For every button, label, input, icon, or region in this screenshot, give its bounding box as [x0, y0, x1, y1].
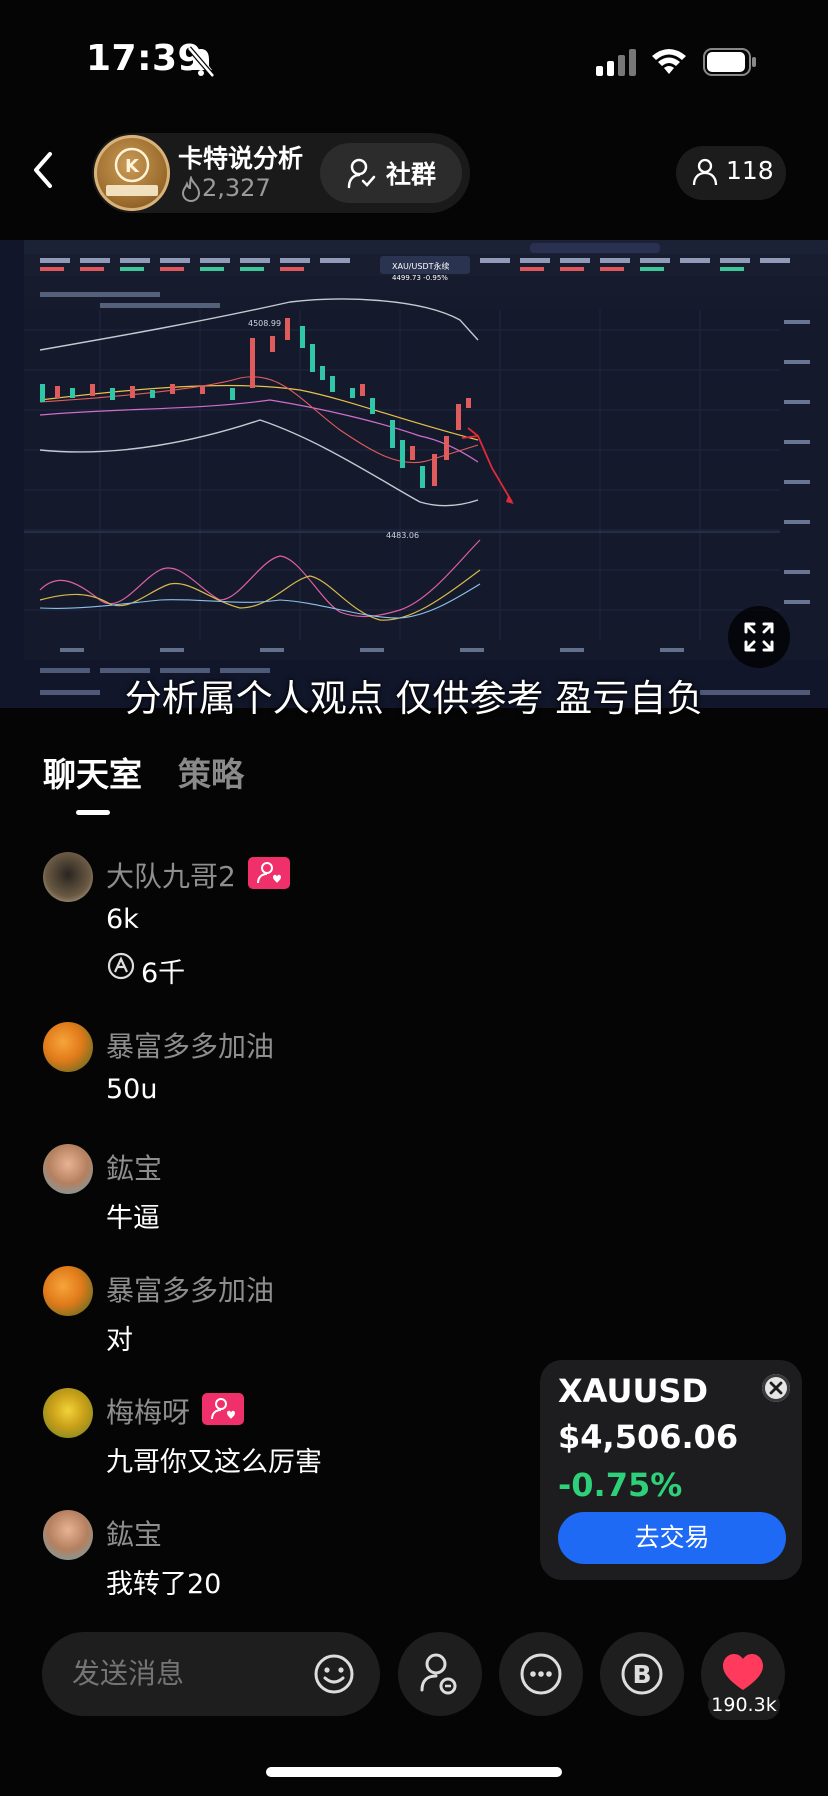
- more-options-button[interactable]: [499, 1632, 583, 1716]
- chart-pair-price: 4499.73 -0.95%: [392, 274, 448, 282]
- user-icon: [692, 158, 718, 186]
- coin-b-icon: B: [621, 1653, 663, 1695]
- host-name: 卡特说分析: [178, 144, 304, 173]
- chat-message: 九哥你又这么厉害: [106, 1447, 322, 1478]
- chat-message: 我转了20: [106, 1569, 222, 1600]
- chat-username[interactable]: 暴富多多加油: [106, 1025, 274, 1065]
- viewer-count: 118: [726, 156, 774, 185]
- wifi-icon: [652, 49, 686, 74]
- chat-message: 牛逼: [106, 1203, 160, 1234]
- cellular-signal-icon: [596, 49, 636, 76]
- community-label: 社群: [386, 160, 437, 189]
- live-video-stream[interactable]: XAU/USDT永续 4499.73 -0.95% 4508.99 4483.0…: [0, 240, 828, 708]
- tab-strategy[interactable]: 策略: [178, 748, 244, 796]
- fullscreen-icon: [744, 622, 774, 652]
- chat-message-translation: 6千: [141, 958, 186, 989]
- ticker-change: -0.75%: [558, 1466, 683, 1504]
- close-icon: [762, 1374, 790, 1402]
- chart-high-label: 4508.99: [248, 319, 281, 328]
- home-indicator[interactable]: [266, 1767, 562, 1777]
- coin-button[interactable]: B: [600, 1632, 684, 1716]
- chat-username[interactable]: 大队九哥2: [106, 855, 236, 895]
- back-button[interactable]: [28, 148, 58, 192]
- avatar[interactable]: [43, 852, 93, 902]
- avatar[interactable]: [43, 1022, 93, 1072]
- avatar[interactable]: [43, 1266, 93, 1316]
- message-input[interactable]: [70, 1656, 294, 1691]
- avatar[interactable]: [43, 1510, 93, 1560]
- chat-message: 对: [106, 1325, 133, 1356]
- bell-muted-icon: [187, 46, 215, 78]
- fullscreen-button[interactable]: [728, 606, 790, 668]
- host-avatar[interactable]: K: [94, 135, 170, 211]
- svg-text:B: B: [632, 1660, 651, 1689]
- close-button[interactable]: [762, 1374, 790, 1402]
- active-tab-indicator: [76, 810, 110, 815]
- chat-username[interactable]: 鈜宝: [106, 1147, 162, 1187]
- community-icon: [347, 158, 376, 189]
- chat-message: 50u: [106, 1074, 158, 1105]
- host-logo-icon: K: [106, 147, 158, 196]
- chat-message: 6k: [106, 904, 139, 935]
- chart-pair-label: XAU/USDT永续: [392, 261, 449, 271]
- user-follow-icon: [420, 1653, 457, 1695]
- battery-icon: [703, 48, 756, 76]
- avatar[interactable]: [43, 1144, 93, 1194]
- chat-username[interactable]: 暴富多多加油: [106, 1269, 274, 1309]
- fan-badge-icon: [248, 857, 290, 889]
- trading-chart-image: XAU/USDT永续 4499.73 -0.95% 4508.99 4483.0…: [0, 240, 828, 708]
- like-count: 190.3k: [708, 1690, 780, 1720]
- fire-icon: [181, 176, 201, 202]
- follow-host-button[interactable]: [398, 1632, 482, 1716]
- emoji-icon[interactable]: [312, 1652, 356, 1696]
- chat-username[interactable]: 梅梅呀: [106, 1391, 190, 1431]
- chat-username[interactable]: 鈜宝: [106, 1513, 162, 1553]
- video-disclaimer: 分析属个人观点 仅供参考 盈亏自负: [124, 677, 704, 720]
- tab-chatroom[interactable]: 聊天室: [43, 748, 142, 796]
- ticker-symbol: XAUUSD: [558, 1372, 709, 1410]
- more-icon: [520, 1653, 562, 1695]
- fan-badge-icon: [202, 1393, 244, 1425]
- avatar[interactable]: [43, 1388, 93, 1438]
- trade-button[interactable]: 去交易: [558, 1512, 786, 1564]
- auto-translate-icon: [107, 952, 135, 980]
- svg-text:K: K: [125, 156, 140, 177]
- ticker-price: $4,506.06: [558, 1418, 739, 1456]
- chart-low-label: 4483.06: [386, 531, 419, 540]
- host-heat-count: 2,327: [202, 174, 271, 202]
